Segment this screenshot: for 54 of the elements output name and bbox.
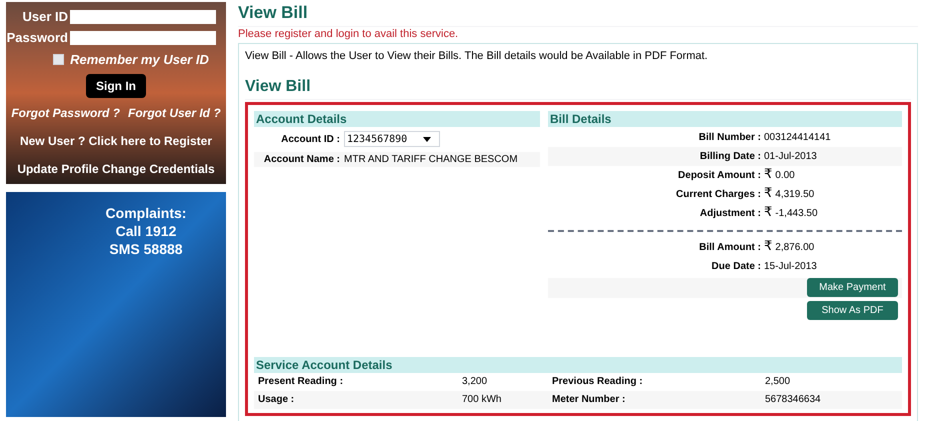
- field-label: Meter Number :: [551, 393, 626, 407]
- rupee-symbol: ₹: [764, 238, 774, 256]
- field-value: 4,319.50: [775, 188, 814, 202]
- field-value: MTR AND TARIFF CHANGE BESCOM: [344, 152, 518, 166]
- field-value: 0.00: [775, 168, 795, 182]
- sign-in-button[interactable]: Sign In: [86, 74, 146, 98]
- banner-text: Complaints:: [106, 204, 186, 222]
- field-label: Bill Number :: [698, 130, 762, 144]
- field-value: 2,876.00: [775, 240, 814, 254]
- field-value: 003124414141: [764, 130, 831, 144]
- field-label: Account ID :: [280, 132, 341, 146]
- caret-icon: [423, 136, 431, 142]
- rupee-symbol: ₹: [764, 166, 774, 184]
- notice-text: Please register and login to avail this service.: [238, 27, 460, 41]
- action-button[interactable]: Make Payment: [807, 278, 898, 296]
- description-text: View Bill - Allows the User to View their Bills. The Bill details would be Available in PDF Format.: [245, 49, 709, 64]
- banner-text: SMS 58888: [109, 240, 183, 258]
- rupee-symbol: ₹: [764, 204, 774, 222]
- update-profile-link[interactable]: Update Profile Change Credentials: [17, 160, 215, 178]
- field-value: 15-Jul-2013: [764, 260, 817, 274]
- account-id-dropdown[interactable]: 1234567890: [344, 131, 440, 147]
- field-label: Current Charges :: [674, 188, 762, 202]
- remember-checkbox[interactable]: [53, 54, 64, 66]
- field-label: Due Date :: [710, 260, 762, 274]
- section-title: View Bill: [245, 74, 911, 100]
- forgot-link[interactable]: Forgot Password ?: [11, 104, 120, 122]
- field-label: Bill Amount :: [698, 240, 762, 254]
- remember-label: Remember my User ID: [70, 51, 209, 69]
- banner-text: Call 1912: [116, 222, 176, 240]
- field-label: User ID: [22, 8, 68, 26]
- page-title: View Bill: [238, 2, 918, 27]
- field-label: Present Reading :: [257, 375, 344, 389]
- field-label: Account Name :: [262, 152, 341, 166]
- password-field[interactable]: [70, 30, 216, 44]
- field-value: 01-Jul-2013: [764, 150, 817, 164]
- field-value: -1,443.50: [775, 206, 818, 220]
- section-heading: Bill Details: [548, 110, 902, 126]
- section-heading: Service Account Details: [254, 356, 902, 372]
- user-id-field[interactable]: [70, 10, 216, 24]
- forgot-link[interactable]: Forgot User Id ?: [128, 104, 221, 122]
- field-value: 2,500: [765, 375, 792, 389]
- field-label: Previous Reading :: [551, 375, 644, 389]
- field-label: Deposit Amount :: [677, 168, 762, 182]
- field-label: Password: [6, 28, 68, 47]
- field-label: Billing Date :: [698, 150, 762, 164]
- field-label: Usage :: [257, 393, 296, 407]
- register-link[interactable]: New User ? Click here to Register: [20, 132, 212, 150]
- field-label: Adjustment :: [698, 206, 762, 220]
- section-heading: Account Details: [254, 110, 540, 126]
- field-value: 700 kWh: [462, 393, 502, 407]
- rupee-symbol: ₹: [764, 185, 774, 204]
- field-value: 5678346634: [765, 393, 822, 407]
- field-value: 3,200: [462, 375, 488, 389]
- action-button[interactable]: Show As PDF: [807, 300, 898, 320]
